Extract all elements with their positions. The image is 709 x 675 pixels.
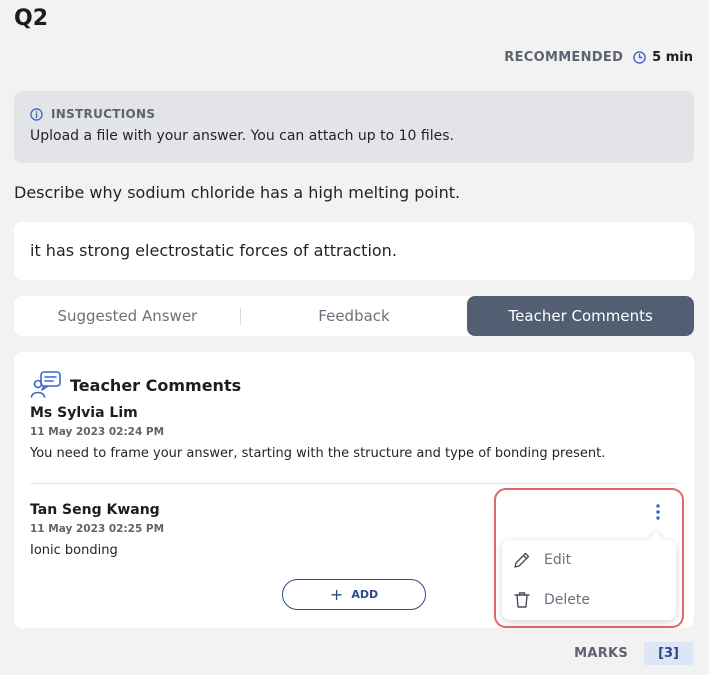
clock-icon <box>633 51 646 64</box>
comment-options-menu: Edit Delete <box>502 540 676 620</box>
chat-person-icon <box>30 370 62 400</box>
instructions-label: INSTRUCTIONS <box>51 107 156 121</box>
edit-menu-item[interactable]: Edit <box>502 542 676 578</box>
recommended-time: RECOMMENDED 5 min <box>504 50 693 65</box>
tab-suggested-answer[interactable]: Suggested Answer <box>14 296 241 336</box>
comment-date: 11 May 2023 02:24 PM <box>30 426 165 438</box>
edit-label: Edit <box>544 552 572 568</box>
marks-label: MARKS <box>574 646 629 661</box>
question-prompt: Describe why sodium chloride has a high … <box>14 183 461 202</box>
comment-text: You need to frame your answer, starting … <box>30 446 606 461</box>
marks-value: [3] <box>644 642 693 665</box>
teacher-comments-title: Teacher Comments <box>70 375 242 395</box>
comment-text: Ionic bonding <box>30 543 118 558</box>
instructions-panel: INSTRUCTIONS Upload a file with your ans… <box>14 91 694 163</box>
tab-teacher-comments[interactable]: Teacher Comments <box>467 296 694 336</box>
info-icon <box>30 107 43 121</box>
answer-tabs: Suggested Answer Feedback Teacher Commen… <box>14 296 694 336</box>
tab-feedback[interactable]: Feedback <box>241 296 468 336</box>
add-comment-label: ADD <box>351 588 379 601</box>
trash-icon <box>512 590 532 610</box>
delete-label: Delete <box>544 592 590 608</box>
question-number: Q2 <box>14 6 49 31</box>
recommended-time-value: 5 min <box>652 50 693 65</box>
recommended-label: RECOMMENDED <box>504 50 624 65</box>
instructions-text: Upload a file with your answer. You can … <box>30 128 454 144</box>
comment-item: Ms Sylvia Lim 11 May 2023 02:24 PM You n… <box>30 405 605 461</box>
marks-indicator: MARKS [3] <box>574 642 693 665</box>
delete-menu-item[interactable]: Delete <box>502 582 676 618</box>
comment-item: Tan Seng Kwang 11 May 2023 02:25 PM Ioni… <box>30 502 164 558</box>
student-answer: it has strong electrostatic forces of at… <box>14 222 694 280</box>
comment-author: Tan Seng Kwang <box>30 502 160 518</box>
comment-divider <box>30 483 678 484</box>
more-options-icon[interactable] <box>648 502 668 522</box>
comment-date: 11 May 2023 02:25 PM <box>30 523 165 535</box>
pencil-icon <box>512 550 532 570</box>
add-comment-button[interactable]: + ADD <box>282 579 426 610</box>
plus-icon: + <box>329 584 344 604</box>
comment-author: Ms Sylvia Lim <box>30 405 138 421</box>
